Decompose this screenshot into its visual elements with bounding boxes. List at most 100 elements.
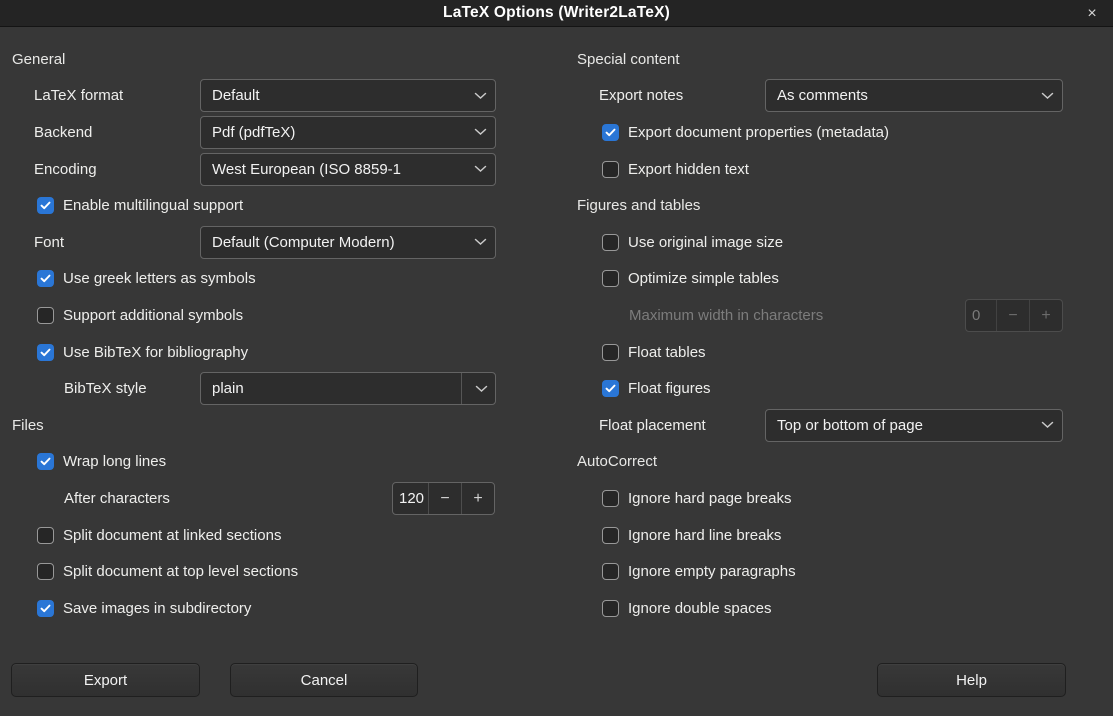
checkbox-use-bibtex[interactable] <box>37 344 54 361</box>
minus-button[interactable]: − <box>428 483 461 514</box>
row-export-doc-properties: Export document properties (metadata) <box>577 114 1113 151</box>
minus-button: − <box>996 300 1029 331</box>
section-header-figures-tables: Figures and tables <box>577 197 700 214</box>
dropdown-value: As comments <box>777 87 1035 104</box>
cancel-button[interactable]: Cancel <box>230 663 418 697</box>
section-header-files: Files <box>12 417 44 434</box>
chevron-down-icon <box>474 128 487 136</box>
checkbox-label: Ignore hard page breaks <box>628 490 791 507</box>
export-notes-label: Export notes <box>577 87 765 104</box>
dropdown-value: West European (ISO 8859-1 <box>212 161 468 178</box>
row-encoding: Encoding West European (ISO 8859-1 <box>12 151 565 188</box>
row-export-hidden-text: Export hidden text <box>577 151 1113 188</box>
chevron-down-icon <box>474 238 487 246</box>
help-button[interactable]: Help <box>877 663 1066 697</box>
export-button[interactable]: Export <box>11 663 200 697</box>
checkbox-use-greek-letters[interactable] <box>37 270 54 287</box>
row-float-figures: Float figures <box>577 370 1113 407</box>
row-backend: Backend Pdf (pdfTeX) <box>12 114 565 151</box>
encoding-dropdown[interactable]: West European (ISO 8859-1 <box>200 153 496 186</box>
left-column: General LaTeX format Default Backend Pdf… <box>0 41 565 627</box>
checkbox-label: Export document properties (metadata) <box>628 124 889 141</box>
row-float-tables: Float tables <box>577 334 1113 371</box>
encoding-label: Encoding <box>12 161 200 178</box>
row-after-characters: After characters 120 − + <box>12 480 565 517</box>
section-header-general: General <box>12 51 65 68</box>
section-header-special-content: Special content <box>577 51 680 68</box>
row-split-linked: Split document at linked sections <box>12 517 565 554</box>
checkbox-label: Ignore hard line breaks <box>628 527 781 544</box>
checkbox-label: Export hidden text <box>628 161 749 178</box>
checkbox-label: Support additional symbols <box>63 307 243 324</box>
checkbox-enable-multilingual-support[interactable] <box>37 197 54 214</box>
row-additional-symbols: Support additional symbols <box>12 297 565 334</box>
row-ignore-empty-paragraphs: Ignore empty paragraphs <box>577 553 1113 590</box>
spinner-value: 120 <box>393 483 428 514</box>
row-enable-multilingual: Enable multilingual support <box>12 187 565 224</box>
bibtex-style-dropdown[interactable]: plain <box>200 372 496 405</box>
section-special-content: Special content <box>577 41 1113 78</box>
row-greek-letters: Use greek letters as symbols <box>12 261 565 298</box>
checkbox-label: Ignore double spaces <box>628 600 771 617</box>
checkbox-save-images-subdirectory[interactable] <box>37 600 54 617</box>
dropdown-value: plain <box>212 380 461 397</box>
section-general: General <box>12 41 565 78</box>
checkbox-label: Ignore empty paragraphs <box>628 563 796 580</box>
row-ignore-page-breaks: Ignore hard page breaks <box>577 480 1113 517</box>
checkbox-ignore-empty-paragraphs[interactable] <box>602 563 619 580</box>
section-autocorrect: AutoCorrect <box>577 444 1113 481</box>
row-maximum-width: Maximum width in characters 0 − + <box>577 297 1113 334</box>
checkbox-split-linked-sections[interactable] <box>37 527 54 544</box>
section-header-autocorrect: AutoCorrect <box>577 453 657 470</box>
checkbox-ignore-double-spaces[interactable] <box>602 600 619 617</box>
dropdown-button[interactable] <box>461 373 495 404</box>
checkbox-label: Use BibTeX for bibliography <box>63 344 248 361</box>
titlebar: LaTeX Options (Writer2LaTeX) × <box>0 0 1113 27</box>
checkbox-export-document-properties[interactable] <box>602 124 619 141</box>
checkbox-float-figures[interactable] <box>602 380 619 397</box>
checkbox-split-top-level-sections[interactable] <box>37 563 54 580</box>
row-save-images: Save images in subdirectory <box>12 590 565 627</box>
close-icon[interactable]: × <box>1079 0 1105 27</box>
right-column: Special content Export notes As comments… <box>565 41 1113 627</box>
plus-button[interactable]: + <box>461 483 494 514</box>
float-placement-label: Float placement <box>577 417 765 434</box>
checkbox-wrap-long-lines[interactable] <box>37 453 54 470</box>
checkbox-label: Save images in subdirectory <box>63 600 251 617</box>
dropdown-value: Default (Computer Modern) <box>212 234 468 251</box>
checkbox-ignore-hard-line-breaks[interactable] <box>602 527 619 544</box>
export-notes-dropdown[interactable]: As comments <box>765 79 1063 112</box>
backend-dropdown[interactable]: Pdf (pdfTeX) <box>200 116 496 149</box>
latex-format-label: LaTeX format <box>12 87 200 104</box>
after-characters-label: After characters <box>12 490 200 507</box>
float-placement-dropdown[interactable]: Top or bottom of page <box>765 409 1063 442</box>
after-characters-spinner[interactable]: 120 − + <box>392 482 495 515</box>
checkbox-export-hidden-text[interactable] <box>602 161 619 178</box>
row-bibtex-bibliography: Use BibTeX for bibliography <box>12 334 565 371</box>
chevron-down-icon <box>1041 421 1054 429</box>
latex-format-dropdown[interactable]: Default <box>200 79 496 112</box>
row-wrap-long-lines: Wrap long lines <box>12 444 565 481</box>
row-split-top-level: Split document at top level sections <box>12 553 565 590</box>
row-latex-format: LaTeX format Default <box>12 78 565 115</box>
font-dropdown[interactable]: Default (Computer Modern) <box>200 226 496 259</box>
checkbox-label: Enable multilingual support <box>63 197 243 214</box>
checkbox-label: Use original image size <box>628 234 783 251</box>
dropdown-value: Default <box>212 87 468 104</box>
plus-button: + <box>1029 300 1062 331</box>
bibtex-style-label: BibTeX style <box>12 380 200 397</box>
checkbox-use-original-image-size[interactable] <box>602 234 619 251</box>
row-float-placement: Float placement Top or bottom of page <box>577 407 1113 444</box>
checkbox-support-additional-symbols[interactable] <box>37 307 54 324</box>
checkbox-label: Split document at top level sections <box>63 563 298 580</box>
max-width-spinner: 0 − + <box>965 299 1063 332</box>
dropdown-value: Top or bottom of page <box>777 417 1035 434</box>
chevron-down-icon <box>474 165 487 173</box>
checkbox-optimize-simple-tables[interactable] <box>602 270 619 287</box>
section-figures-tables: Figures and tables <box>577 187 1113 224</box>
row-font: Font Default (Computer Modern) <box>12 224 565 261</box>
checkbox-float-tables[interactable] <box>602 344 619 361</box>
checkbox-label: Float figures <box>628 380 711 397</box>
backend-label: Backend <box>12 124 200 141</box>
checkbox-ignore-hard-page-breaks[interactable] <box>602 490 619 507</box>
